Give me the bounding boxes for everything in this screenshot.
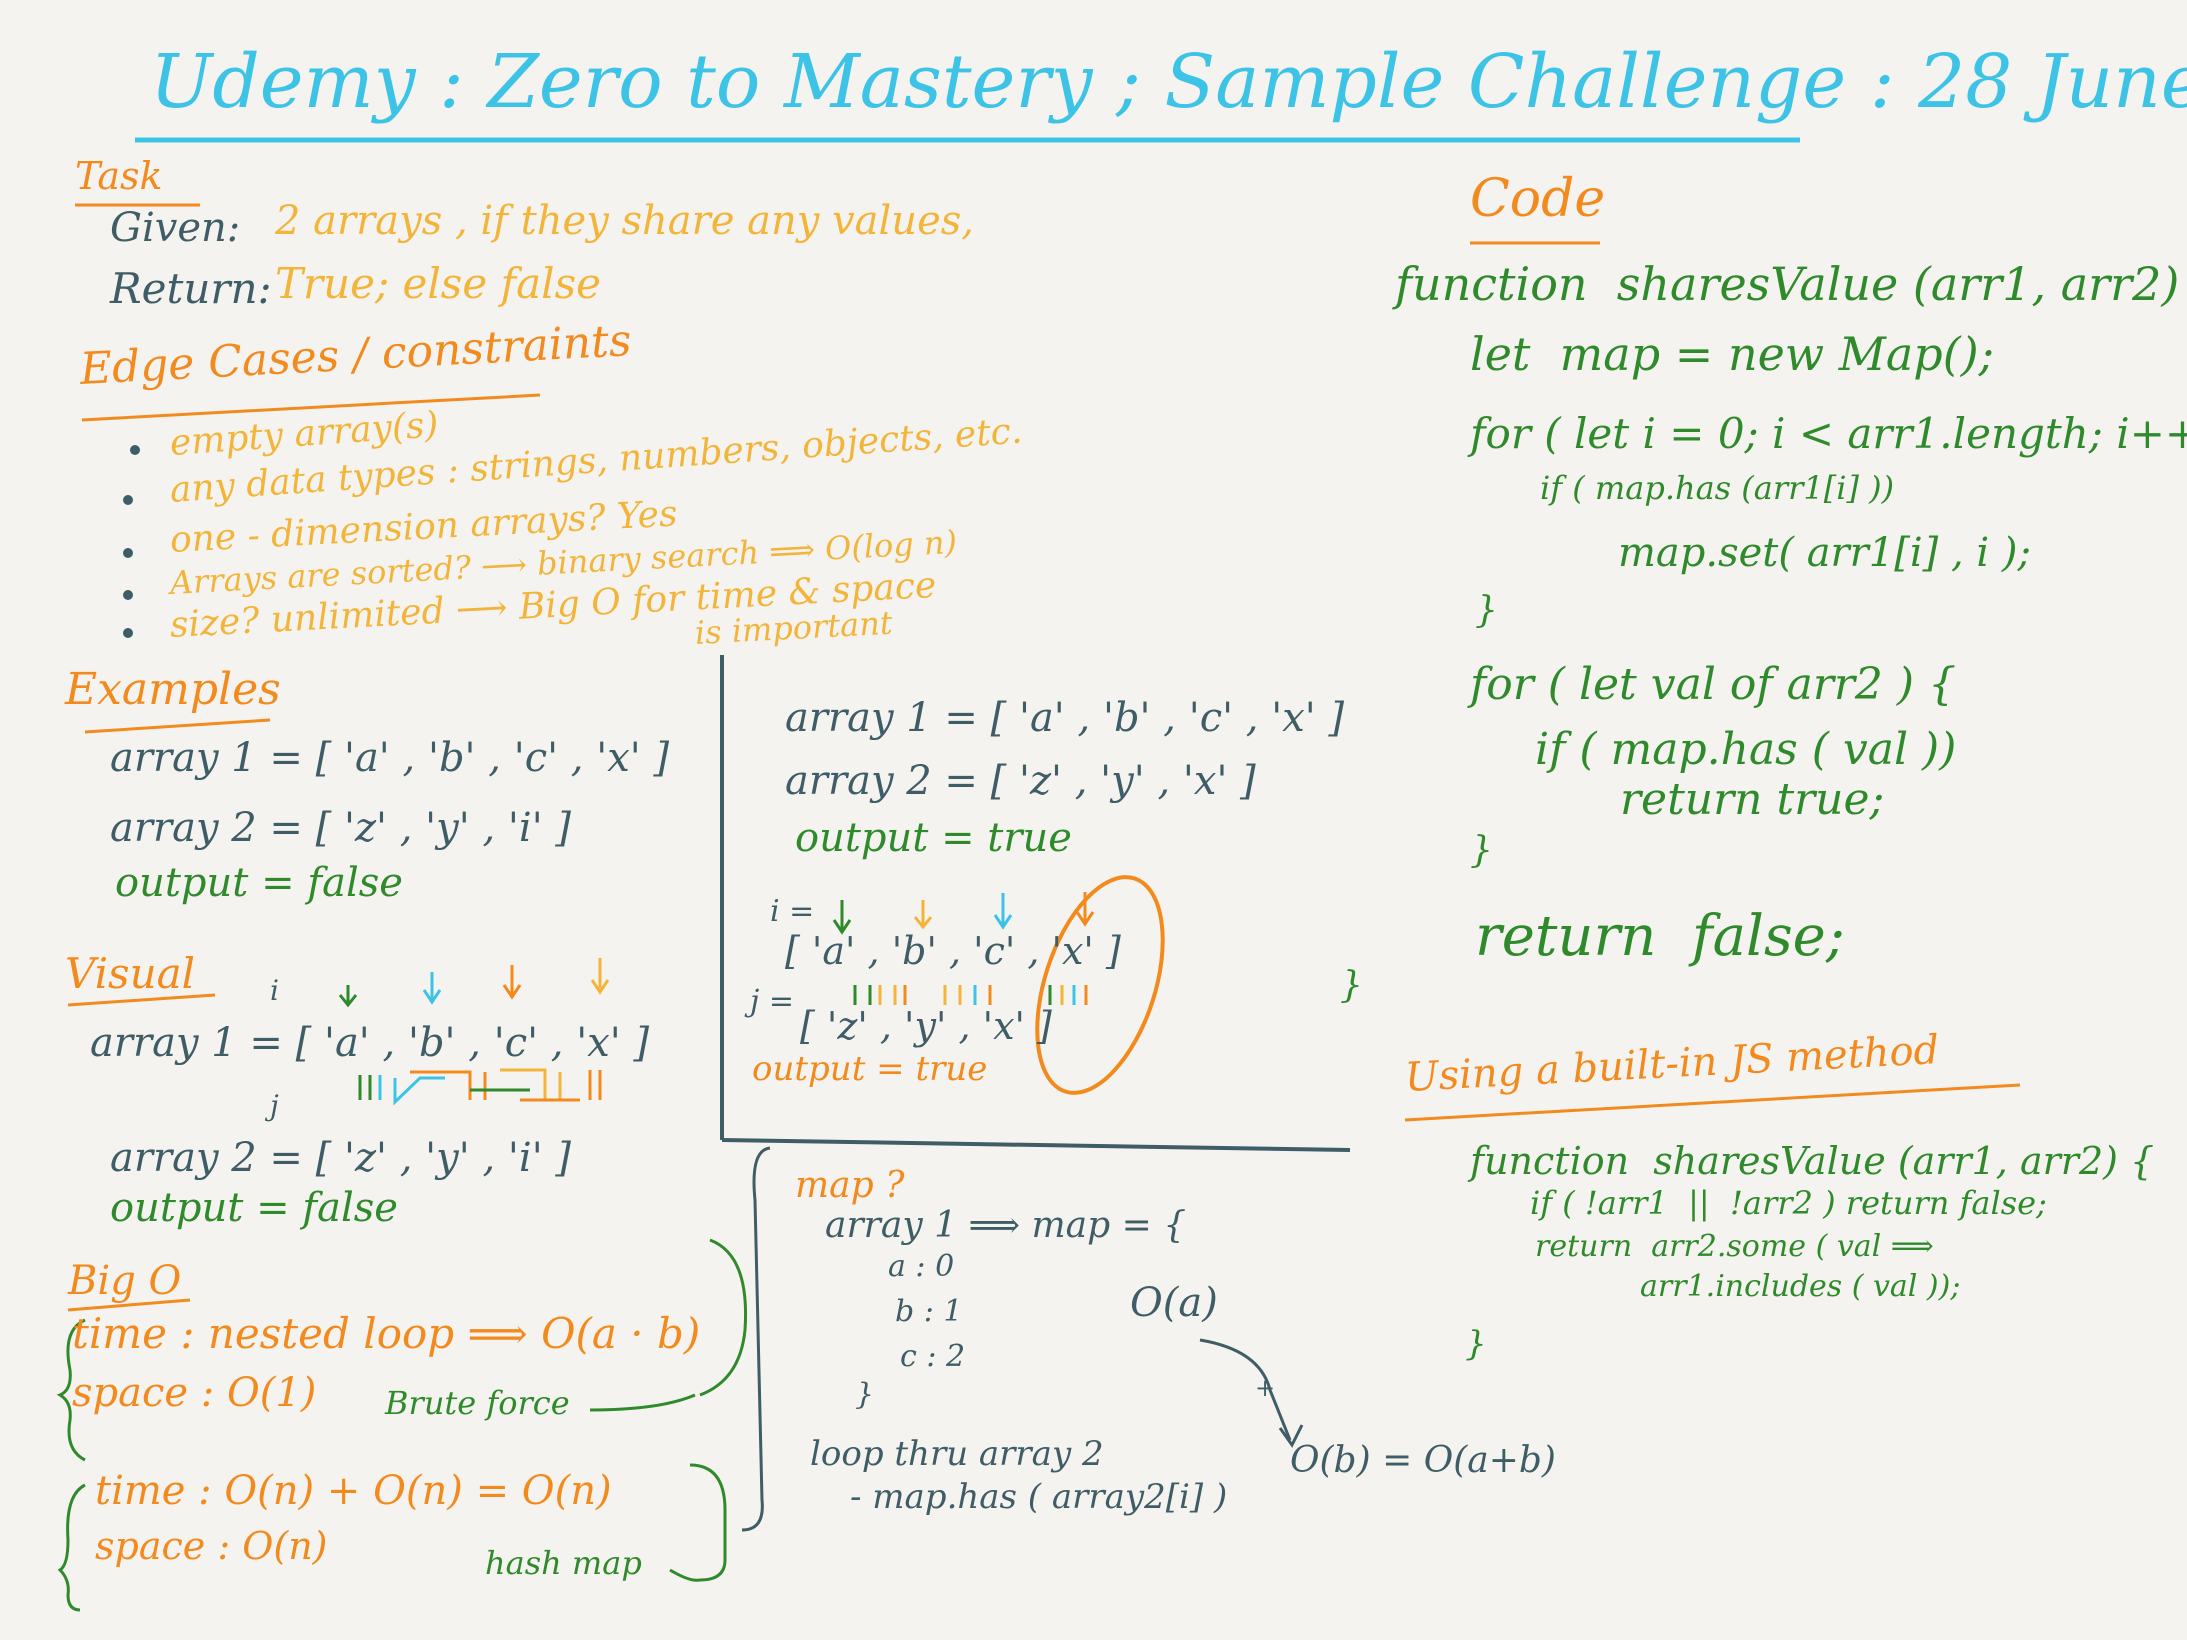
visual-output: output = false [110,1185,398,1231]
example2-output2: output = true [752,1049,988,1089]
builtin-line-close: } [1465,1324,1487,1364]
example2-row2: [ 'z' , 'y' , 'x' ] [800,1004,1052,1048]
code-line-close3: } [1340,965,1363,1006]
brute-force-label: Brute force [385,1384,570,1422]
example2-j-label: j = [750,984,794,1019]
return-text: True; else false [275,259,601,308]
examples-underline [84,718,271,734]
map-line1: array 1 ⟹ map = { [825,1205,1187,1246]
example2-array1: array 1 = [ 'a' , 'b' , 'c' , 'x' ] [785,695,1345,741]
bigo-brace-right [699,1238,748,1397]
code-line-return-true: return true; [1620,774,1885,825]
given-label: Given: [110,205,241,251]
visual-array1: array 1 = [ 'a' , 'b' , 'c' , 'x' ] [90,1020,650,1066]
code-line-if-has: if ( map.has (arr1[i] )) [1540,469,1895,507]
visual-array2: array 2 = [ 'z' , 'y' , 'i' ] [110,1135,572,1181]
example2-row1: [ 'a' , 'b' , 'c' , 'x' ] [785,929,1121,973]
code-line-if-val: if ( map.has ( val )) [1535,724,1957,775]
oa-arrow [1199,1338,1292,1441]
brute-force-arrow [589,1393,696,1412]
map-loop: loop thru array 2 [810,1434,1104,1474]
bigo-heading: Big O [68,1258,182,1304]
code-line-map-set: map.set( arr1[i] , i ); [1618,530,2031,576]
map-entry-c: c : 2 [900,1339,966,1374]
code-heading: Code [1470,169,1606,229]
map-plus: + [1255,1374,1276,1402]
builtin-line-function: function sharesValue (arr1, arr2) { [1470,1139,2155,1183]
code-line-for1: for ( let i = 0; i < arr1.length; i++ ) … [1470,409,2187,458]
bigo-space: space : O(1) [72,1370,317,1416]
examples-output: output = false [115,860,403,906]
code-line-for2: for ( let val of arr2 ) { [1470,659,1957,710]
task-heading: Task [75,154,163,198]
example2-output: output = true [795,815,1072,861]
code-line-return-false: return false; [1475,904,1845,969]
return-label: Return: [110,264,272,313]
example2-i-label: i = [770,894,815,929]
hash-brace-left [57,1483,86,1612]
hash-brace-right [669,1463,727,1582]
map-entry-a: a : 0 [888,1249,955,1284]
code-line-function: function sharesValue (arr1, arr2) { [1395,257,2187,311]
examples-array2: array 2 = [ 'z' , 'y' , 'i' ] [110,805,572,851]
bigo-time: time : nested loop ⟹ O(a · b) [72,1309,701,1358]
map-ob: O(b) = O(a+b) [1290,1440,1556,1481]
map-has: - map.has ( array2[i] ) [850,1477,1228,1517]
code-line-close2: } [1470,830,1493,871]
visual-i-label: i [270,974,279,1007]
builtin-line-guard: if ( !arr1 || !arr2 ) return false; [1530,1184,2047,1222]
bigo-space-hash: space : O(n) [95,1524,328,1568]
given-text: 2 arrays , if they share any values, [275,198,974,244]
visual-j-label: j [270,1089,279,1122]
match-ellipse [1035,875,1165,1095]
map-entry-b: b : 1 [895,1294,963,1329]
code-line-let-map: let map = new Map(); [1470,327,1995,381]
examples-heading: Examples [65,664,281,715]
map-bracket [741,1146,771,1532]
bigo-time-hash: time : O(n) + O(n) = O(n) [95,1468,612,1514]
map-oa: O(a) [1130,1280,1218,1326]
visual-heading: Visual [65,949,196,998]
code-line-close1: } [1475,590,1498,631]
builtin-line-some: return arr2.some ( val ⟹ [1535,1229,1934,1264]
hash-map-label: hash map [485,1544,642,1582]
map-heading: map ? [795,1165,905,1206]
page-title: Udemy : Zero to Mastery ; Sample Challen… [150,39,2187,125]
example2-array2: array 2 = [ 'z' , 'y' , 'x' ] [785,758,1256,804]
panel-horizontal-line [721,1138,1351,1152]
map-close: } [855,1377,875,1412]
examples-array1: array 1 = [ 'a' , 'b' , 'c' , 'x' ] [110,735,670,781]
builtin-line-includes: arr1.includes ( val )); [1640,1269,1961,1304]
